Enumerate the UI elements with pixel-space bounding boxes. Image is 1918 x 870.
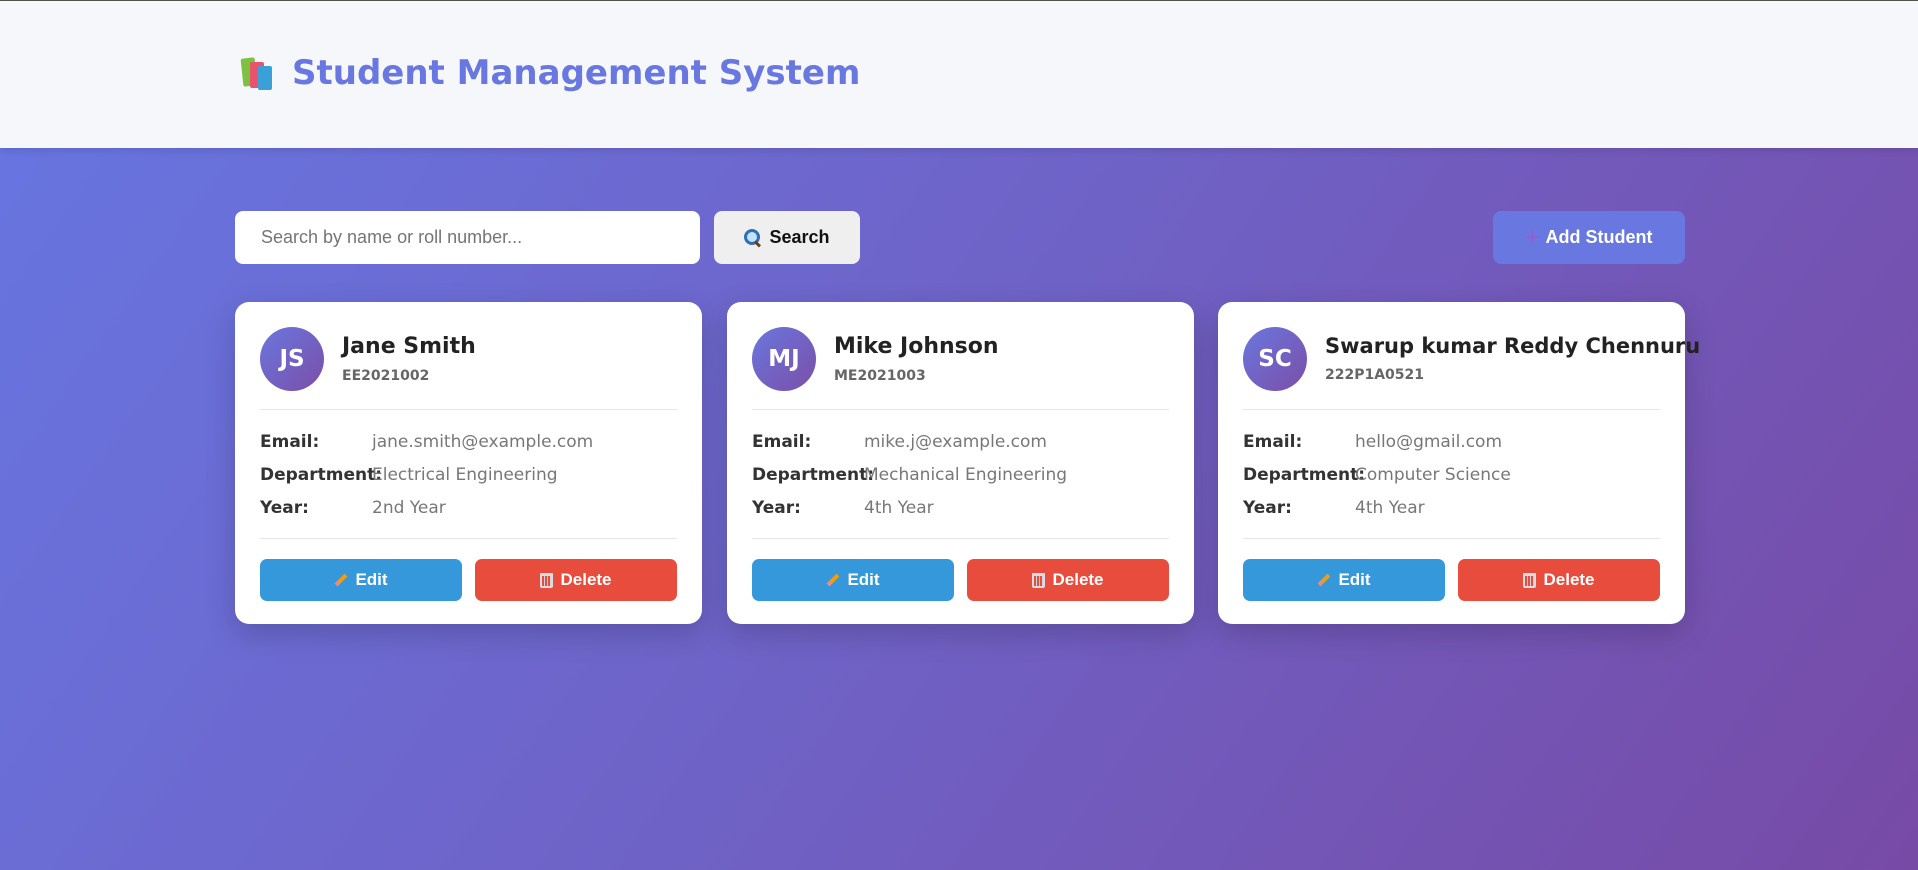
add-student-button[interactable]: + Add Student — [1493, 211, 1685, 264]
edit-button[interactable]: Edit — [1243, 559, 1445, 601]
student-roll-number: EE2021002 — [342, 367, 430, 384]
student-name: Mike Johnson — [834, 333, 999, 359]
pencil-icon — [335, 573, 348, 587]
search-icon — [744, 229, 761, 246]
department-value: Mechanical Engineering — [864, 464, 1068, 485]
delete-label: Delete — [560, 570, 612, 589]
department-value: Electrical Engineering — [372, 464, 558, 485]
trash-icon — [1032, 572, 1046, 588]
detail-row-department: Department: Electrical Engineering — [260, 458, 677, 491]
department-label: Department: — [1243, 464, 1366, 485]
search-input[interactable] — [235, 211, 700, 264]
student-roll-number: ME2021003 — [834, 367, 926, 384]
add-student-label: Add Student — [1545, 227, 1653, 247]
detail-row-email: Email: hello@gmail.com — [1243, 425, 1660, 458]
department-value: Computer Science — [1355, 464, 1511, 485]
detail-row-email: Email: mike.j@example.com — [752, 425, 1169, 458]
year-label: Year: — [1243, 497, 1292, 518]
search-button-label: Search — [769, 227, 830, 247]
edit-button[interactable]: Edit — [260, 559, 462, 601]
edit-label: Edit — [355, 570, 388, 589]
edit-label: Edit — [847, 570, 880, 589]
edit-label: Edit — [1338, 570, 1371, 589]
student-name: Jane Smith — [342, 333, 476, 359]
detail-row-email: Email: jane.smith@example.com — [260, 425, 677, 458]
student-card-header: MJ Mike Johnson ME2021003 — [752, 326, 1169, 391]
year-label: Year: — [752, 497, 801, 518]
divider — [752, 538, 1169, 539]
email-value: hello@gmail.com — [1355, 431, 1503, 452]
delete-button[interactable]: Delete — [967, 559, 1169, 601]
divider — [1243, 538, 1660, 539]
detail-row-year: Year: 2nd Year — [260, 491, 677, 524]
email-value: jane.smith@example.com — [372, 431, 594, 452]
card-actions: Edit Delete — [260, 559, 677, 601]
detail-row-year: Year: 4th Year — [752, 491, 1169, 524]
edit-button[interactable]: Edit — [752, 559, 954, 601]
card-actions: Edit Delete — [1243, 559, 1660, 601]
detail-row-department: Department: Computer Science — [1243, 458, 1660, 491]
email-label: Email: — [752, 431, 812, 452]
avatar: JS — [260, 326, 324, 391]
department-label: Department: — [260, 464, 383, 485]
year-value: 4th Year — [864, 497, 934, 518]
card-actions: Edit Delete — [752, 559, 1169, 601]
student-roll-number: 222P1A0521 — [1325, 367, 1425, 383]
student-identity: Swarup kumar Reddy Chennuru 222P1A0521 — [1325, 334, 1700, 383]
student-card-header: SC Swarup kumar Reddy Chennuru 222P1A052… — [1243, 326, 1700, 391]
year-label: Year: — [260, 497, 309, 518]
year-value: 2nd Year — [372, 497, 446, 518]
student-name: Swarup kumar Reddy Chennuru — [1325, 334, 1701, 358]
pencil-icon — [1318, 573, 1331, 587]
avatar: SC — [1243, 326, 1307, 391]
trash-icon — [540, 572, 554, 588]
delete-label: Delete — [1052, 570, 1104, 589]
email-label: Email: — [1243, 431, 1303, 452]
student-card-header: JS Jane Smith EE2021002 — [260, 326, 677, 391]
header-title: Student Management System — [240, 53, 860, 93]
student-card: JS Jane Smith EE2021002 Email: jane.smit… — [235, 302, 702, 624]
divider — [260, 538, 677, 539]
student-details: Email: mike.j@example.com Department: Me… — [752, 410, 1169, 524]
pencil-icon — [827, 573, 840, 587]
student-identity: Jane Smith EE2021002 — [342, 334, 476, 384]
email-label: Email: — [260, 431, 320, 452]
department-label: Department: — [752, 464, 875, 485]
search-button[interactable]: Search — [714, 211, 860, 264]
delete-button[interactable]: Delete — [1458, 559, 1660, 601]
trash-icon — [1523, 572, 1537, 588]
plus-icon: + — [1525, 223, 1540, 251]
books-icon — [240, 54, 278, 92]
year-value: 4th Year — [1355, 497, 1425, 518]
detail-row-year: Year: 4th Year — [1243, 491, 1660, 524]
delete-button[interactable]: Delete — [475, 559, 677, 601]
app-header: Student Management System — [0, 1, 1918, 148]
detail-row-department: Department: Mechanical Engineering — [752, 458, 1169, 491]
student-card: SC Swarup kumar Reddy Chennuru 222P1A052… — [1218, 302, 1700, 624]
student-card: MJ Mike Johnson ME2021003 Email: mike.j@… — [727, 302, 1194, 624]
avatar: MJ — [752, 326, 816, 391]
email-value: mike.j@example.com — [864, 431, 1047, 452]
page-title: Student Management System — [292, 53, 861, 93]
delete-label: Delete — [1543, 570, 1595, 589]
student-identity: Mike Johnson ME2021003 — [834, 334, 999, 384]
student-details: Email: hello@gmail.com Department: Compu… — [1243, 410, 1660, 524]
student-details: Email: jane.smith@example.com Department… — [260, 410, 677, 524]
